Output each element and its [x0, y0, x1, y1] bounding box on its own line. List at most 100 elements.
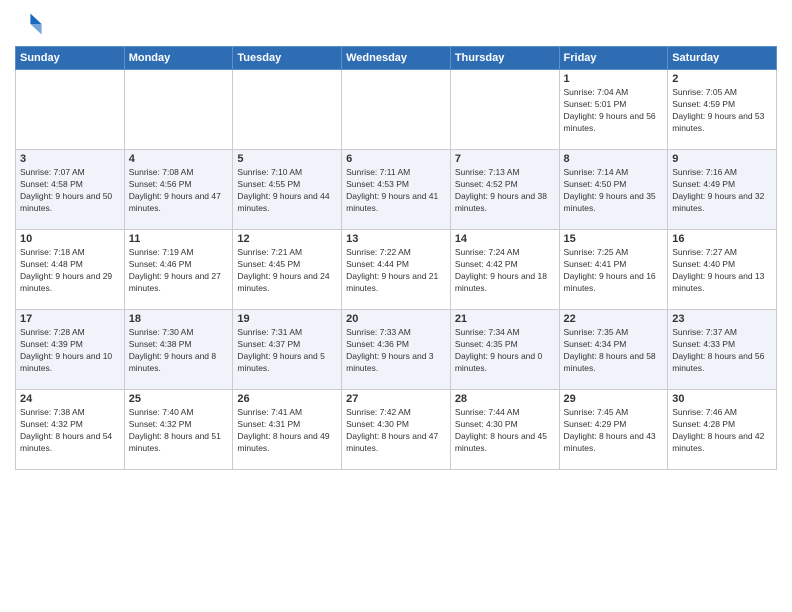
calendar-cell: 25 Sunrise: 7:40 AMSunset: 4:32 PMDayligh… [124, 390, 233, 470]
calendar-cell: 1 Sunrise: 7:04 AMSunset: 5:01 PMDaylight… [559, 70, 668, 150]
weekday-header-monday: Monday [124, 47, 233, 70]
day-info: Sunrise: 7:10 AMSunset: 4:55 PMDaylight:… [237, 167, 337, 215]
logo-icon [15, 10, 43, 38]
day-number: 1 [564, 73, 664, 85]
day-info: Sunrise: 7:34 AMSunset: 4:35 PMDaylight:… [455, 327, 555, 375]
calendar-cell: 29 Sunrise: 7:45 AMSunset: 4:29 PMDayligh… [559, 390, 668, 470]
calendar-cell: 24 Sunrise: 7:38 AMSunset: 4:32 PMDayligh… [16, 390, 125, 470]
calendar-cell: 3 Sunrise: 7:07 AMSunset: 4:58 PMDaylight… [16, 150, 125, 230]
day-number: 13 [346, 233, 446, 245]
calendar-cell: 10 Sunrise: 7:18 AMSunset: 4:48 PMDayligh… [16, 230, 125, 310]
day-number: 25 [129, 393, 229, 405]
day-number: 29 [564, 393, 664, 405]
day-info: Sunrise: 7:27 AMSunset: 4:40 PMDaylight:… [672, 247, 772, 295]
calendar-cell: 26Sunrise: 7:41 AMSunset: 4:31 PMDayligh… [233, 390, 342, 470]
day-number: 7 [455, 153, 555, 165]
day-number: 20 [346, 313, 446, 325]
weekday-header-row: SundayMondayTuesdayWednesdayThursdayFrid… [16, 47, 777, 70]
day-number: 18 [129, 313, 229, 325]
day-number: 6 [346, 153, 446, 165]
calendar-cell: 28Sunrise: 7:44 AMSunset: 4:30 PMDayligh… [450, 390, 559, 470]
day-number: 12 [237, 233, 337, 245]
day-info: Sunrise: 7:28 AMSunset: 4:39 PMDaylight:… [20, 327, 120, 375]
calendar-cell [16, 70, 125, 150]
calendar-week-row-1: 1 Sunrise: 7:04 AMSunset: 5:01 PMDaylight… [16, 70, 777, 150]
calendar-cell: 18 Sunrise: 7:30 AMSunset: 4:38 PMDayligh… [124, 310, 233, 390]
day-info: Sunrise: 7:05 AMSunset: 4:59 PMDaylight:… [672, 87, 772, 135]
day-info: Sunrise: 7:16 AMSunset: 4:49 PMDaylight:… [672, 167, 772, 215]
page-header [15, 10, 777, 38]
day-info: Sunrise: 7:13 AMSunset: 4:52 PMDaylight:… [455, 167, 555, 215]
day-info: Sunrise: 7:25 AMSunset: 4:41 PMDaylight:… [564, 247, 664, 295]
day-number: 15 [564, 233, 664, 245]
day-info: Sunrise: 7:18 AMSunset: 4:48 PMDaylight:… [20, 247, 120, 295]
weekday-header-friday: Friday [559, 47, 668, 70]
calendar-cell: 15 Sunrise: 7:25 AMSunset: 4:41 PMDayligh… [559, 230, 668, 310]
calendar-cell [450, 70, 559, 150]
day-number: 22 [564, 313, 664, 325]
day-info: Sunrise: 7:21 AMSunset: 4:45 PMDaylight:… [237, 247, 337, 295]
day-info: Sunrise: 7:30 AMSunset: 4:38 PMDaylight:… [129, 327, 229, 375]
day-number: 3 [20, 153, 120, 165]
day-number: 21 [455, 313, 555, 325]
calendar-cell: 14 Sunrise: 7:24 AMSunset: 4:42 PMDayligh… [450, 230, 559, 310]
day-info: Sunrise: 7:46 AMSunset: 4:28 PMDaylight:… [672, 407, 772, 455]
calendar-cell: 21 Sunrise: 7:34 AMSunset: 4:35 PMDayligh… [450, 310, 559, 390]
calendar-cell: 17 Sunrise: 7:28 AMSunset: 4:39 PMDayligh… [16, 310, 125, 390]
calendar-cell: 23 Sunrise: 7:37 AMSunset: 4:33 PMDayligh… [668, 310, 777, 390]
day-info: Sunrise: 7:45 AMSunset: 4:29 PMDaylight:… [564, 407, 664, 455]
day-number: 10 [20, 233, 120, 245]
day-number: 5 [237, 153, 337, 165]
calendar-cell: 16 Sunrise: 7:27 AMSunset: 4:40 PMDayligh… [668, 230, 777, 310]
weekday-header-sunday: Sunday [16, 47, 125, 70]
day-number: 23 [672, 313, 772, 325]
calendar-week-row-5: 24 Sunrise: 7:38 AMSunset: 4:32 PMDayligh… [16, 390, 777, 470]
day-info: Sunrise: 7:31 AMSunset: 4:37 PMDaylight:… [237, 327, 337, 375]
day-number: 16 [672, 233, 772, 245]
day-number: 11 [129, 233, 229, 245]
day-number: 26 [237, 393, 337, 405]
day-number: 27 [346, 393, 446, 405]
day-number: 30 [672, 393, 772, 405]
calendar-cell: 20Sunrise: 7:33 AMSunset: 4:36 PMDayligh… [342, 310, 451, 390]
weekday-header-wednesday: Wednesday [342, 47, 451, 70]
calendar-cell: 6 Sunrise: 7:11 AMSunset: 4:53 PMDaylight… [342, 150, 451, 230]
calendar-cell: 4Sunrise: 7:08 AMSunset: 4:56 PMDaylight… [124, 150, 233, 230]
day-info: Sunrise: 7:04 AMSunset: 5:01 PMDaylight:… [564, 87, 664, 135]
day-number: 9 [672, 153, 772, 165]
calendar-cell [342, 70, 451, 150]
day-info: Sunrise: 7:11 AMSunset: 4:53 PMDaylight:… [346, 167, 446, 215]
calendar-table: SundayMondayTuesdayWednesdayThursdayFrid… [15, 46, 777, 470]
weekday-header-saturday: Saturday [668, 47, 777, 70]
day-info: Sunrise: 7:22 AMSunset: 4:44 PMDaylight:… [346, 247, 446, 295]
day-info: Sunrise: 7:19 AMSunset: 4:46 PMDaylight:… [129, 247, 229, 295]
calendar-cell: 9 Sunrise: 7:16 AMSunset: 4:49 PMDaylight… [668, 150, 777, 230]
day-info: Sunrise: 7:40 AMSunset: 4:32 PMDaylight:… [129, 407, 229, 455]
day-number: 19 [237, 313, 337, 325]
day-info: Sunrise: 7:14 AMSunset: 4:50 PMDaylight:… [564, 167, 664, 215]
day-number: 24 [20, 393, 120, 405]
calendar-cell: 13 Sunrise: 7:22 AMSunset: 4:44 PMDayligh… [342, 230, 451, 310]
day-info: Sunrise: 7:38 AMSunset: 4:32 PMDaylight:… [20, 407, 120, 455]
day-info: Sunrise: 7:44 AMSunset: 4:30 PMDaylight:… [455, 407, 555, 455]
calendar-week-row-3: 10 Sunrise: 7:18 AMSunset: 4:48 PMDayligh… [16, 230, 777, 310]
calendar-cell: 7 Sunrise: 7:13 AMSunset: 4:52 PMDaylight… [450, 150, 559, 230]
day-number: 14 [455, 233, 555, 245]
weekday-header-tuesday: Tuesday [233, 47, 342, 70]
day-info: Sunrise: 7:24 AMSunset: 4:42 PMDaylight:… [455, 247, 555, 295]
calendar-cell: 27Sunrise: 7:42 AMSunset: 4:30 PMDayligh… [342, 390, 451, 470]
day-info: Sunrise: 7:08 AMSunset: 4:56 PMDaylight:… [129, 167, 229, 215]
day-number: 8 [564, 153, 664, 165]
weekday-header-thursday: Thursday [450, 47, 559, 70]
calendar-cell: 8 Sunrise: 7:14 AMSunset: 4:50 PMDaylight… [559, 150, 668, 230]
day-info: Sunrise: 7:37 AMSunset: 4:33 PMDaylight:… [672, 327, 772, 375]
day-info: Sunrise: 7:35 AMSunset: 4:34 PMDaylight:… [564, 327, 664, 375]
day-number: 17 [20, 313, 120, 325]
calendar-week-row-4: 17 Sunrise: 7:28 AMSunset: 4:39 PMDayligh… [16, 310, 777, 390]
calendar-cell: 30 Sunrise: 7:46 AMSunset: 4:28 PMDayligh… [668, 390, 777, 470]
calendar-cell: 11 Sunrise: 7:19 AMSunset: 4:46 PMDayligh… [124, 230, 233, 310]
day-info: Sunrise: 7:07 AMSunset: 4:58 PMDaylight:… [20, 167, 120, 215]
calendar-cell: 2 Sunrise: 7:05 AMSunset: 4:59 PMDaylight… [668, 70, 777, 150]
day-number: 2 [672, 73, 772, 85]
calendar-week-row-2: 3 Sunrise: 7:07 AMSunset: 4:58 PMDaylight… [16, 150, 777, 230]
